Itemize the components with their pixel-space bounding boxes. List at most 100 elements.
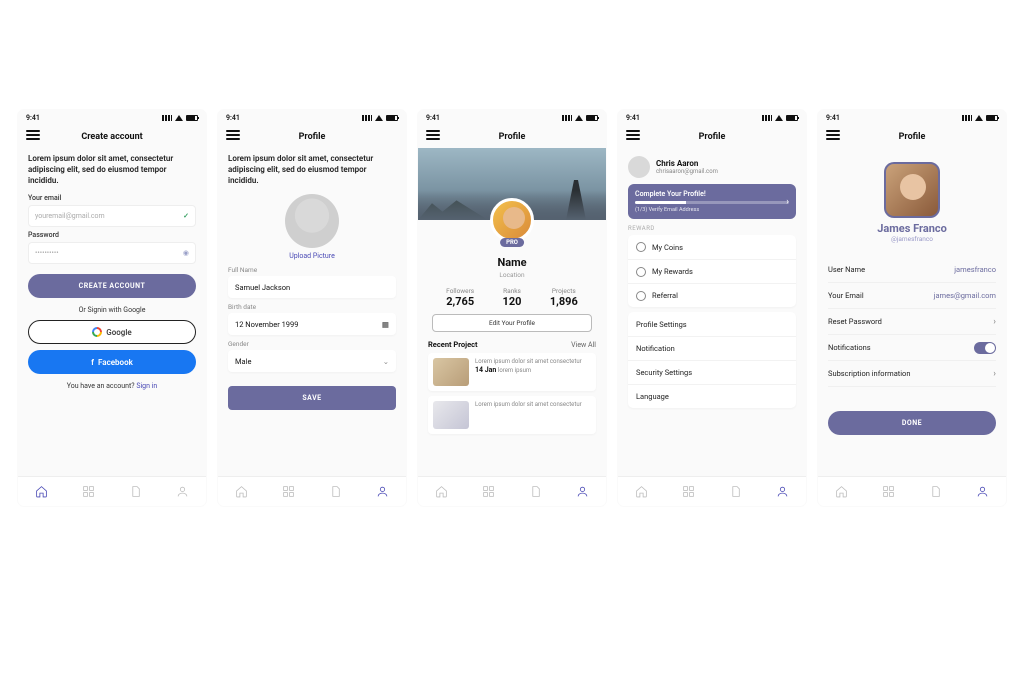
row-my-rewards[interactable]: My Rewards [628,259,796,283]
password-input[interactable]: •••••••••• ◉ [28,242,196,264]
nav-doc[interactable] [529,485,543,499]
wifi-icon [575,115,583,121]
row-notifications[interactable]: Notifications [828,335,996,361]
profile-name: Name [428,256,596,269]
topbar: Profile [218,126,406,148]
topbar: Profile [818,126,1006,148]
stat-followers[interactable]: Followers2,765 [446,287,474,308]
or-divider: Or Signin with Google [28,306,196,314]
avatar[interactable] [490,198,534,242]
nav-profile[interactable] [776,485,790,499]
page-title: Profile [499,132,526,142]
user-email: chrisaaron@gmail.com [656,168,718,175]
chevron-down-icon: ⌄ [383,357,389,366]
reward-label: REWARD [628,225,796,232]
stat-ranks[interactable]: Ranks120 [503,287,522,308]
signal-icon [162,115,172,121]
fullname-input[interactable]: Samuel Jackson [228,276,396,298]
signin-link[interactable]: Sign in [136,382,157,390]
row-language[interactable]: Language [628,384,796,408]
row-profile-settings[interactable]: Profile Settings [628,312,796,336]
nav-home[interactable] [35,485,49,499]
nav-profile[interactable] [576,485,590,499]
gender-select[interactable]: Male⌄ [228,350,396,372]
nav-home[interactable] [235,485,249,499]
status-time: 9:41 [826,114,840,122]
nav-home[interactable] [835,485,849,499]
email-input[interactable]: youremail@gmail.com ✓ [28,205,196,227]
status-time: 9:41 [26,114,40,122]
nav-grid[interactable] [482,485,496,499]
nav-doc[interactable] [729,485,743,499]
project-thumbnail [433,401,469,429]
avatar-placeholder[interactable] [285,194,339,248]
bottom-nav [218,476,406,506]
facebook-button[interactable]: f Facebook [28,350,196,374]
menu-icon[interactable] [626,130,640,140]
google-button[interactable]: Google [28,320,196,344]
nav-doc[interactable] [129,485,143,499]
user-header[interactable]: Chris Aaronchrisaaron@gmail.com [628,156,796,178]
upload-picture-link[interactable]: Upload Picture [228,252,396,260]
stat-projects[interactable]: Projects1,896 [550,287,578,308]
row-subscription[interactable]: Subscription information› [828,361,996,387]
menu-icon[interactable] [226,130,240,140]
create-account-button[interactable]: CREATE ACCOUNT [28,274,196,298]
menu-icon[interactable] [826,130,840,140]
project-item[interactable]: Lorem ipsum dolor sit amet consectetur14… [428,353,596,391]
row-notification[interactable]: Notification [628,336,796,360]
row-username[interactable]: User Namejamesfranco [828,257,996,283]
eye-icon[interactable]: ◉ [183,249,189,257]
page-title: Profile [899,132,926,142]
row-reset-password[interactable]: Reset Password› [828,309,996,335]
birthdate-input[interactable]: 12 November 1999▦ [228,313,396,335]
status-bar: 9:41 [218,110,406,126]
fullname-label: Full Name [228,266,396,274]
check-icon: ✓ [183,212,189,220]
status-bar: 9:41 [418,110,606,126]
user-name: Chris Aaron [656,159,718,168]
nav-profile[interactable] [376,485,390,499]
nav-profile[interactable] [976,485,990,499]
status-bar: 9:41 [818,110,1006,126]
nav-home[interactable] [435,485,449,499]
row-security-settings[interactable]: Security Settings [628,360,796,384]
facebook-icon: f [91,358,94,367]
save-button[interactable]: SAVE [228,386,396,410]
nav-grid[interactable] [82,485,96,499]
user-name: James Franco [828,222,996,235]
row-referral[interactable]: Referral [628,283,796,307]
email-label: Your email [28,194,196,202]
notifications-toggle[interactable] [974,342,996,354]
nav-grid[interactable] [882,485,896,499]
nav-grid[interactable] [682,485,696,499]
nav-doc[interactable] [329,485,343,499]
settings-card: Profile Settings Notification Security S… [628,312,796,408]
user-handle: @jamesfranco [828,235,996,243]
bottom-nav [418,476,606,506]
avatar [628,156,650,178]
project-item[interactable]: Lorem ipsum dolor sit amet consectetur [428,396,596,434]
row-email[interactable]: Your Emailjames@gmail.com [828,283,996,309]
menu-icon[interactable] [426,130,440,140]
signal-icon [562,115,572,121]
menu-icon[interactable] [26,130,40,140]
page-title: Create account [81,132,142,142]
nav-doc[interactable] [929,485,943,499]
done-button[interactable]: DONE [828,411,996,435]
progress-bar [635,201,789,204]
row-my-coins[interactable]: My Coins [628,235,796,259]
calendar-icon[interactable]: ▦ [382,320,389,329]
avatar[interactable] [884,162,940,218]
view-all-link[interactable]: View All [571,341,596,349]
nav-profile[interactable] [176,485,190,499]
edit-profile-button[interactable]: Edit Your Profile [432,314,592,332]
nav-grid[interactable] [282,485,296,499]
wifi-icon [975,115,983,121]
signin-prompt: You have an account? Sign in [28,382,196,390]
complete-profile-banner[interactable]: Complete Your Profile! (1/3) Verify Emai… [628,184,796,219]
chevron-right-icon: › [993,369,996,379]
password-value: •••••••••• [35,249,59,257]
wifi-icon [375,115,383,121]
nav-home[interactable] [635,485,649,499]
